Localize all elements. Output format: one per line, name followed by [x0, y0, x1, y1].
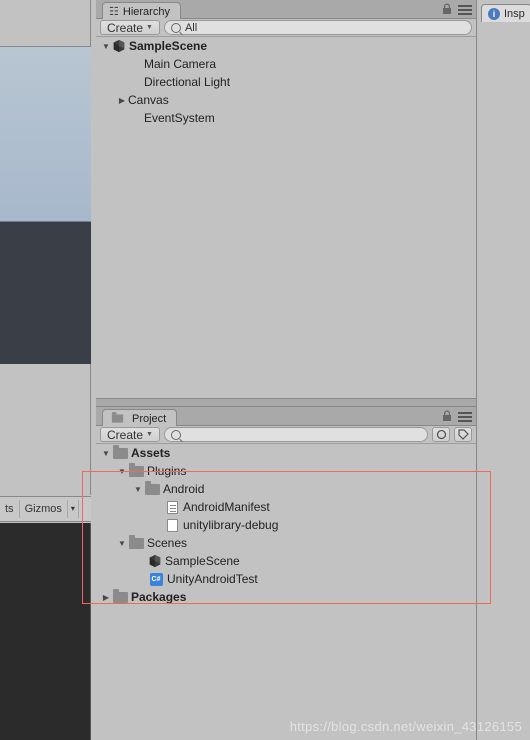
folder-icon — [109, 412, 125, 426]
hierarchy-item-canvas[interactable]: Canvas — [96, 91, 476, 109]
lock-icon[interactable] — [442, 410, 454, 422]
search-icon — [171, 430, 181, 440]
scene-label: SampleScene — [129, 39, 207, 53]
hierarchy-panel: ☷ Hierarchy Create ▼ All — [96, 0, 476, 398]
expand-toggle[interactable] — [100, 41, 112, 52]
chevron-down-icon: ▼ — [146, 431, 153, 438]
item-label: Packages — [131, 590, 186, 604]
hierarchy-tree: SampleScene Main Camera Directional Ligh… — [96, 37, 476, 398]
file-icon — [164, 518, 180, 532]
item-label: Android — [163, 482, 204, 496]
item-label: Assets — [131, 446, 170, 460]
android-folder[interactable]: Android — [96, 480, 476, 498]
expand-toggle[interactable] — [132, 484, 144, 495]
hierarchy-item-directional-light[interactable]: Directional Light — [96, 73, 476, 91]
unity-logo-icon — [112, 39, 126, 53]
search-icon — [171, 23, 181, 33]
project-tab[interactable]: Project — [102, 409, 177, 426]
panel-menu-icon[interactable] — [458, 412, 472, 422]
project-search-input[interactable] — [164, 427, 428, 442]
item-label: Scenes — [147, 536, 187, 550]
create-button-label: Create — [107, 21, 143, 35]
item-label: unitylibrary-debug — [183, 518, 278, 532]
project-tabbar: Project — [96, 407, 476, 426]
scene-viewport[interactable] — [0, 46, 91, 364]
android-manifest-file[interactable]: AndroidManifest — [96, 498, 476, 516]
item-label: Canvas — [128, 93, 169, 107]
expand-toggle[interactable] — [116, 95, 128, 106]
hierarchy-icon: ☷ — [109, 5, 119, 18]
create-button-label: Create — [107, 428, 143, 442]
csharp-script-icon: C# — [148, 572, 164, 586]
game-view-dark — [0, 523, 91, 740]
expand-toggle[interactable] — [100, 448, 112, 459]
expand-toggle[interactable] — [116, 466, 128, 477]
project-toolbar: Create ▼ — [96, 426, 476, 444]
item-label: Plugins — [147, 464, 186, 478]
scene-root[interactable]: SampleScene — [96, 37, 476, 55]
project-panel: Project Create ▼ — [96, 407, 476, 731]
item-label: SampleScene — [165, 554, 240, 568]
manifest-file-icon — [164, 500, 180, 514]
item-label: Main Camera — [144, 57, 216, 71]
scenes-folder[interactable]: Scenes — [96, 534, 476, 552]
search-value: All — [185, 22, 197, 34]
plugins-folder[interactable]: Plugins — [96, 462, 476, 480]
lock-icon[interactable] — [442, 3, 454, 15]
item-label: UnityAndroidTest — [167, 572, 258, 586]
create-button[interactable]: Create ▼ — [100, 427, 160, 442]
folder-icon — [128, 536, 144, 550]
samplescene-asset[interactable]: SampleScene — [96, 552, 476, 570]
item-label: Directional Light — [144, 75, 230, 89]
hierarchy-tab[interactable]: ☷ Hierarchy — [102, 2, 181, 19]
panel-menu-icon[interactable] — [458, 5, 472, 15]
scene-toolbar-dropdown[interactable]: ▾ — [68, 500, 79, 518]
project-tree: Assets Plugins Android AndroidManifest u… — [96, 444, 476, 731]
expand-toggle[interactable] — [116, 538, 128, 549]
expand-toggle[interactable] — [100, 592, 112, 603]
hierarchy-toolbar: Create ▼ All — [96, 19, 476, 37]
filter-by-label-button[interactable] — [454, 427, 472, 442]
scene-view-frame — [0, 0, 91, 495]
create-button[interactable]: Create ▼ — [100, 20, 160, 35]
watermark-text: https://blog.csdn.net/weixin_43126155 — [290, 719, 522, 734]
packages-folder[interactable]: Packages — [96, 588, 476, 606]
scene-view-column: ts Gizmos ▾ — [0, 0, 96, 740]
unityandroidtest-script[interactable]: C# UnityAndroidTest — [96, 570, 476, 588]
unity-logo-icon — [148, 554, 162, 568]
item-label: EventSystem — [144, 111, 215, 125]
filter-by-type-button[interactable] — [432, 427, 450, 442]
folder-icon — [112, 446, 128, 460]
assets-folder[interactable]: Assets — [96, 444, 476, 462]
inspector-tab[interactable]: i Insp — [481, 4, 530, 22]
scene-toolbar-item[interactable]: ts — [0, 500, 20, 518]
folder-icon — [144, 482, 160, 496]
hierarchy-tabbar: ☷ Hierarchy — [96, 0, 476, 19]
inspector-column: i Insp — [476, 0, 530, 740]
hierarchy-item-eventsystem[interactable]: EventSystem — [96, 109, 476, 127]
item-label: AndroidManifest — [183, 500, 270, 514]
hierarchy-item-main-camera[interactable]: Main Camera — [96, 55, 476, 73]
hierarchy-search-input[interactable]: All — [164, 20, 472, 35]
inspector-tab-label: Insp — [504, 8, 525, 20]
panel-divider[interactable] — [96, 398, 476, 407]
folder-icon — [128, 464, 144, 478]
info-icon: i — [488, 8, 500, 20]
chevron-down-icon: ▼ — [146, 24, 153, 31]
center-column: ☷ Hierarchy Create ▼ All — [96, 0, 476, 740]
gizmos-button[interactable]: Gizmos — [20, 500, 68, 518]
project-tab-label: Project — [132, 413, 166, 425]
unitylibrary-file[interactable]: unitylibrary-debug — [96, 516, 476, 534]
scene-toolbar: ts Gizmos ▾ — [0, 496, 91, 522]
folder-icon — [112, 590, 128, 604]
hierarchy-tab-label: Hierarchy — [123, 6, 170, 18]
